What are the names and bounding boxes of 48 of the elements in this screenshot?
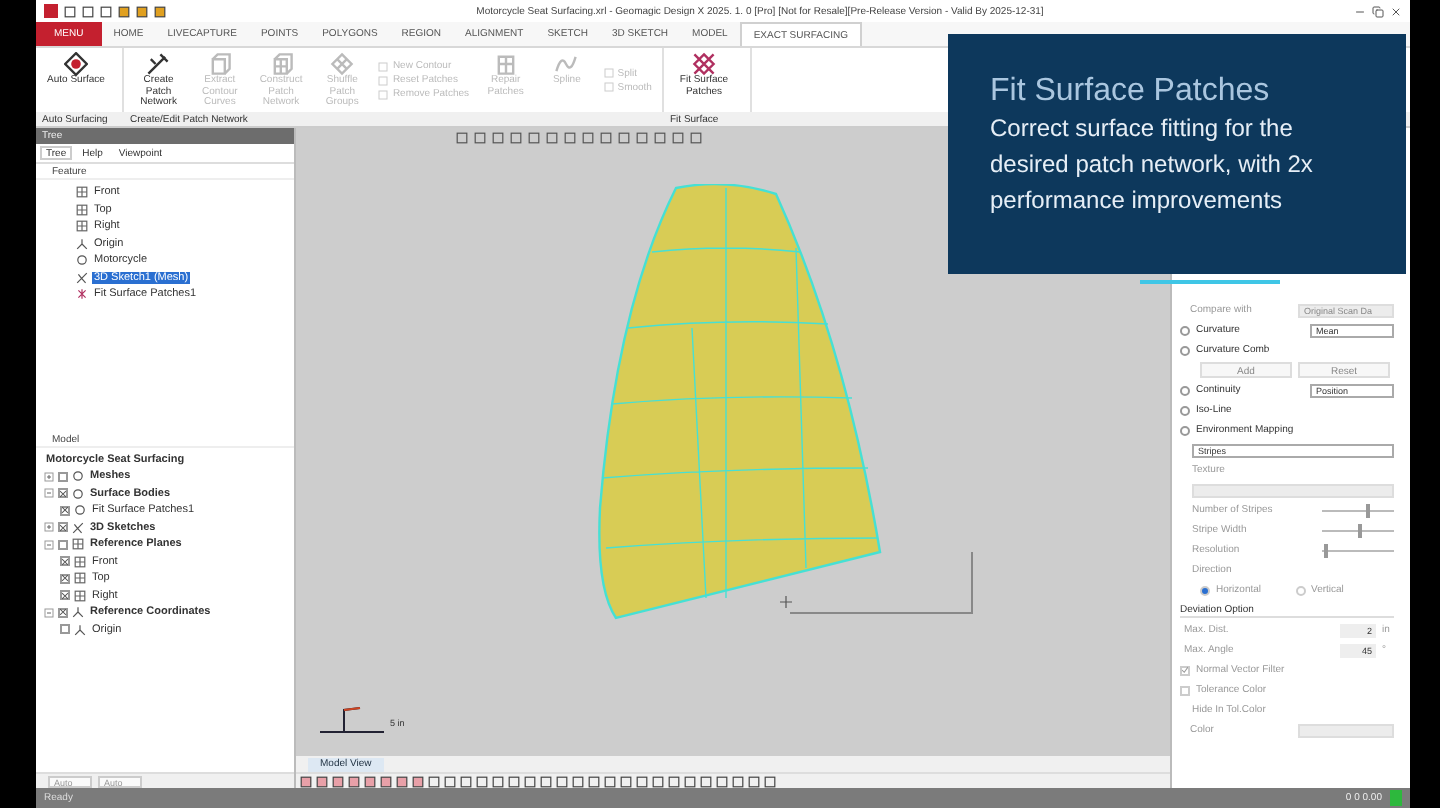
visibility-checkbox[interactable] bbox=[60, 590, 70, 601]
visibility-checkbox[interactable] bbox=[60, 556, 70, 567]
banner-title: Fit Surface Patches bbox=[990, 74, 1272, 110]
option-radio[interactable] bbox=[1180, 345, 1190, 355]
status-indicator-icon bbox=[1390, 790, 1402, 806]
visibility-checkbox[interactable] bbox=[60, 505, 70, 516]
visibility-checkbox[interactable] bbox=[60, 624, 70, 635]
grid-cube-icon bbox=[269, 52, 294, 76]
expand-icon[interactable] bbox=[44, 471, 54, 482]
option-radio[interactable] bbox=[1180, 325, 1190, 335]
wand-icon bbox=[146, 52, 171, 76]
patches-icon bbox=[692, 52, 716, 76]
restore-icon[interactable] bbox=[1372, 5, 1384, 17]
plane-icon bbox=[72, 538, 84, 551]
direction-radio[interactable] bbox=[1295, 585, 1306, 595]
sketch-icon bbox=[76, 271, 88, 284]
close-icon[interactable] bbox=[1390, 5, 1402, 17]
cube-icon bbox=[207, 52, 232, 76]
direction-radio[interactable] bbox=[1200, 585, 1210, 595]
app-logo-icon bbox=[44, 4, 58, 18]
visibility-checkbox[interactable] bbox=[58, 539, 68, 550]
plane-icon bbox=[76, 186, 88, 199]
patches-icon bbox=[76, 288, 88, 301]
axes-icon bbox=[72, 606, 84, 619]
option-radio[interactable] bbox=[1180, 385, 1190, 395]
plane-icon bbox=[74, 589, 86, 602]
plane-icon bbox=[76, 203, 88, 216]
axes-icon bbox=[74, 623, 86, 636]
sketch-icon bbox=[72, 521, 84, 534]
grid-cube-icon bbox=[493, 52, 518, 76]
plane-icon bbox=[76, 220, 88, 233]
cursor-icon bbox=[780, 596, 792, 608]
axis-triad-drawing bbox=[316, 704, 388, 736]
diamond-icon bbox=[330, 52, 355, 76]
mesh-icon bbox=[76, 254, 88, 267]
visibility-checkbox[interactable] bbox=[58, 522, 68, 533]
curve-icon bbox=[554, 52, 579, 76]
axes-icon bbox=[76, 237, 88, 250]
expand-icon[interactable] bbox=[44, 522, 54, 533]
visibility-checkbox[interactable] bbox=[58, 607, 68, 618]
visibility-checkbox[interactable] bbox=[58, 488, 68, 499]
option-radio[interactable] bbox=[1180, 425, 1190, 435]
visibility-checkbox[interactable] bbox=[58, 471, 68, 482]
target-icon bbox=[64, 52, 88, 76]
plane-icon bbox=[74, 572, 86, 585]
visibility-checkbox[interactable] bbox=[60, 573, 70, 584]
plane-icon bbox=[74, 555, 86, 568]
option-radio[interactable] bbox=[1180, 405, 1190, 415]
